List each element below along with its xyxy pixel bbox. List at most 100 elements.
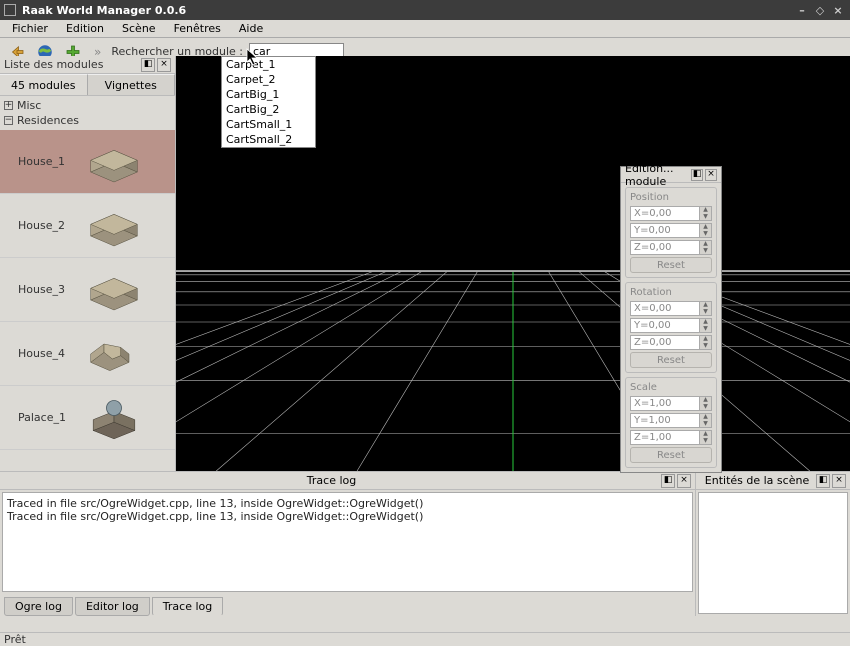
numeric-field[interactable]: X=1,00: [630, 396, 700, 411]
edit-group-position: PositionX=0,00▲▼Y=0,00▲▼Z=0,00▲▼Reset: [625, 187, 717, 278]
list-item-label: House_3: [0, 283, 74, 296]
modules-panel-title: Liste des modules: [4, 58, 139, 71]
modules-tabs: 45 modules Vignettes: [0, 74, 175, 96]
list-item[interactable]: Palace_1: [0, 386, 175, 450]
menu-fenetres[interactable]: Fenêtres: [166, 21, 229, 36]
reset-button[interactable]: Reset: [630, 447, 712, 463]
menu-aide[interactable]: Aide: [231, 21, 271, 36]
tab-editor-log[interactable]: Editor log: [75, 597, 150, 616]
expand-icon[interactable]: +: [4, 101, 13, 110]
building-thumbnail-icon: [74, 390, 154, 446]
group-label: Scale: [630, 382, 712, 393]
spinner-icon[interactable]: ▲▼: [700, 318, 712, 333]
tab-count[interactable]: 45 modules: [0, 74, 88, 95]
tree-node-label: Residences: [17, 114, 79, 127]
reset-button[interactable]: Reset: [630, 257, 712, 273]
building-thumbnail-icon: [74, 134, 154, 190]
spinner-icon[interactable]: ▲▼: [700, 301, 712, 316]
trace-line: Traced in file src/OgreWidget.cpp, line …: [7, 497, 688, 510]
panel-close-icon[interactable]: ×: [705, 169, 717, 181]
edit-panel-title: Edition... module: [625, 162, 689, 188]
list-item-label: House_2: [0, 219, 74, 232]
building-thumbnail-icon: [74, 326, 154, 382]
autocomplete-item[interactable]: Carpet_2: [222, 72, 315, 87]
building-thumbnail-icon: [74, 198, 154, 254]
autocomplete-item[interactable]: CartSmall_2: [222, 132, 315, 147]
autocomplete-item[interactable]: Carpet_1: [222, 57, 315, 72]
tab-ogre-log[interactable]: Ogre log: [4, 597, 73, 616]
spinner-icon[interactable]: ▲▼: [700, 223, 712, 238]
panel-undock-icon[interactable]: ◧: [691, 169, 703, 181]
autocomplete-dropdown: Carpet_1 Carpet_2 CartBig_1 CartBig_2 Ca…: [221, 56, 316, 148]
modules-tree: + Misc − Residences: [0, 96, 175, 130]
spinner-icon[interactable]: ▲▼: [700, 430, 712, 445]
edit-group-scale: ScaleX=1,00▲▼Y=1,00▲▼Z=1,00▲▼Reset: [625, 377, 717, 468]
log-tabs: Ogre log Editor log Trace log: [0, 594, 695, 616]
menu-fichier[interactable]: Fichier: [4, 21, 56, 36]
numeric-field[interactable]: X=0,00: [630, 206, 700, 221]
panel-undock-icon[interactable]: ◧: [816, 474, 830, 488]
list-item[interactable]: House_2: [0, 194, 175, 258]
trace-header: Trace log ◧ ×: [0, 472, 695, 490]
numeric-field[interactable]: Z=1,00: [630, 430, 700, 445]
titlebar: Raak World Manager 0.0.6 – ◇ ×: [0, 0, 850, 20]
autocomplete-item[interactable]: CartBig_2: [222, 102, 315, 117]
minimize-button[interactable]: –: [794, 3, 810, 17]
entities-title: Entités de la scène: [705, 474, 809, 487]
group-label: Position: [630, 192, 712, 203]
list-item-label: Palace_1: [0, 411, 74, 424]
modules-panel: Liste des modules ◧ × 45 modules Vignett…: [0, 56, 176, 471]
panel-undock-icon[interactable]: ◧: [661, 474, 675, 488]
statusbar: Prêt: [0, 632, 850, 646]
autocomplete-item[interactable]: CartBig_1: [222, 87, 315, 102]
list-item[interactable]: House_1: [0, 130, 175, 194]
panel-close-icon[interactable]: ×: [157, 58, 171, 72]
spinner-icon[interactable]: ▲▼: [700, 335, 712, 350]
list-item[interactable]: House_3: [0, 258, 175, 322]
modules-panel-header: Liste des modules ◧ ×: [0, 56, 175, 74]
entities-list[interactable]: [698, 492, 848, 614]
tree-node-misc[interactable]: + Misc: [4, 98, 171, 113]
panel-undock-icon[interactable]: ◧: [141, 58, 155, 72]
group-label: Rotation: [630, 287, 712, 298]
numeric-field[interactable]: Y=0,00: [630, 223, 700, 238]
numeric-field[interactable]: Y=0,00: [630, 318, 700, 333]
trace-line: Traced in file src/OgreWidget.cpp, line …: [7, 510, 688, 523]
trace-panel: Trace log ◧ × Traced in file src/OgreWid…: [0, 472, 696, 616]
building-thumbnail-icon: [74, 262, 154, 318]
reset-button[interactable]: Reset: [630, 352, 712, 368]
spinner-icon[interactable]: ▲▼: [700, 206, 712, 221]
list-item[interactable]: House_4: [0, 322, 175, 386]
status-text: Prêt: [4, 633, 26, 646]
numeric-field[interactable]: Z=0,00: [630, 335, 700, 350]
tab-thumbnails[interactable]: Vignettes: [88, 74, 176, 95]
menu-scene[interactable]: Scène: [114, 21, 164, 36]
window-title: Raak World Manager 0.0.6: [22, 4, 186, 17]
module-list[interactable]: House_1 House_2 House_3 House_4 Palace_1: [0, 130, 175, 471]
menubar: Fichier Edition Scène Fenêtres Aide: [0, 20, 850, 38]
spinner-icon[interactable]: ▲▼: [700, 396, 712, 411]
edit-panel-header[interactable]: Edition... module ◧ ×: [621, 167, 721, 183]
edit-module-panel[interactable]: Edition... module ◧ × PositionX=0,00▲▼Y=…: [620, 166, 722, 473]
maximize-button[interactable]: ◇: [812, 3, 828, 17]
trace-log[interactable]: Traced in file src/OgreWidget.cpp, line …: [2, 492, 693, 592]
collapse-icon[interactable]: −: [4, 116, 13, 125]
app-icon: [4, 4, 16, 16]
menu-edition[interactable]: Edition: [58, 21, 112, 36]
numeric-field[interactable]: X=0,00: [630, 301, 700, 316]
close-button[interactable]: ×: [830, 3, 846, 17]
numeric-field[interactable]: Y=1,00: [630, 413, 700, 428]
numeric-field[interactable]: Z=0,00: [630, 240, 700, 255]
autocomplete-item[interactable]: CartSmall_1: [222, 117, 315, 132]
spinner-icon[interactable]: ▲▼: [700, 240, 712, 255]
list-item-label: House_1: [0, 155, 74, 168]
tab-trace-log[interactable]: Trace log: [152, 597, 223, 616]
trace-title: Trace log: [307, 474, 356, 487]
entities-header: Entités de la scène ◧ ×: [696, 472, 850, 490]
spinner-icon[interactable]: ▲▼: [700, 413, 712, 428]
panel-close-icon[interactable]: ×: [677, 474, 691, 488]
tree-node-label: Misc: [17, 99, 41, 112]
tree-node-residences[interactable]: − Residences: [4, 113, 171, 128]
list-item-label: House_4: [0, 347, 74, 360]
panel-close-icon[interactable]: ×: [832, 474, 846, 488]
